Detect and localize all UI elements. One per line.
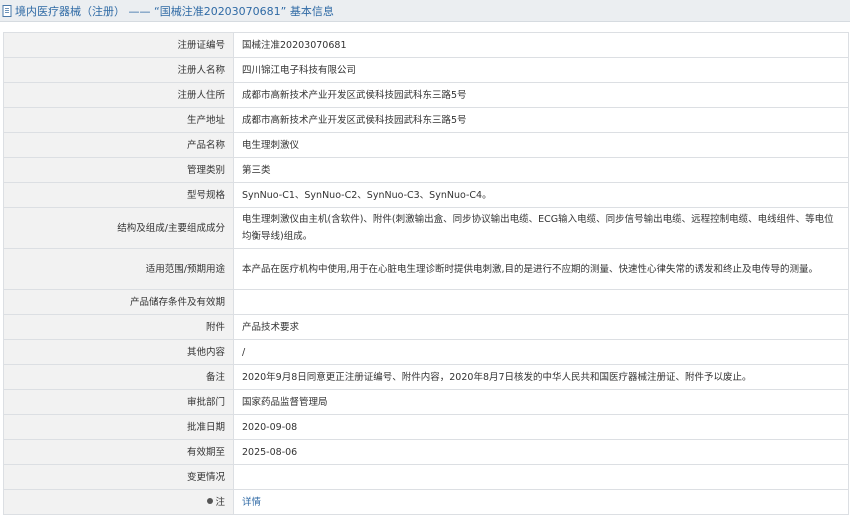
row-label: 变更情况 (3, 464, 234, 490)
row-value: 电生理刺激仪由主机(含软件)、附件(刺激输出盒、同步协议输出电缆、ECG输入电缆… (233, 207, 849, 249)
table-row: 变更情况 (3, 464, 849, 490)
page-header: 境内医疗器械（注册） —— “国械注准20203070681” 基本信息 (0, 0, 850, 22)
row-label: 注册人名称 (3, 57, 234, 83)
row-value: 2020-09-08 (233, 414, 849, 440)
row-value: 成都市高新技术产业开发区武侯科技园武科东三路5号 (233, 107, 849, 133)
row-label: 管理类别 (3, 157, 234, 183)
table-row: 审批部门 国家药品监督管理局 (3, 389, 849, 415)
row-value: 四川锦江电子科技有限公司 (233, 57, 849, 83)
row-value: SynNuo-C1、SynNuo-C2、SynNuo-C3、SynNuo-C4。 (233, 182, 849, 208)
row-label: 批准日期 (3, 414, 234, 440)
row-value: 本产品在医疗机构中使用,用于在心脏电生理诊断时提供电刺激,目的是进行不应期的测量… (233, 248, 849, 290)
row-value: / (233, 339, 849, 365)
row-value (233, 289, 849, 315)
note-value: 详情 (233, 489, 849, 515)
note-label: 注 (3, 489, 234, 515)
row-label: 其他内容 (3, 339, 234, 365)
row-label: 产品储存条件及有效期 (3, 289, 234, 315)
table-row: 产品名称 电生理刺激仪 (3, 132, 849, 158)
row-value: 产品技术要求 (233, 314, 849, 340)
table-row: 批准日期 2020-09-08 (3, 414, 849, 440)
table-row: 结构及组成/主要组成成分 电生理刺激仪由主机(含软件)、附件(刺激输出盒、同步协… (3, 207, 849, 249)
row-label: 结构及组成/主要组成成分 (3, 207, 234, 249)
row-label: 审批部门 (3, 389, 234, 415)
row-label: 产品名称 (3, 132, 234, 158)
table-row: 附件 产品技术要求 (3, 314, 849, 340)
document-icon (2, 4, 12, 17)
row-label: 注册证编号 (3, 32, 234, 58)
row-value: 电生理刺激仪 (233, 132, 849, 158)
row-label: 有效期至 (3, 439, 234, 465)
row-value (233, 464, 849, 490)
row-value: 国械注准20203070681 (233, 32, 849, 58)
note-label-text: 注 (215, 496, 225, 508)
row-label: 生产地址 (3, 107, 234, 133)
table-row: 注册证编号 国械注准20203070681 (3, 32, 849, 58)
note-row: 注 详情 (3, 489, 849, 515)
table-row: 适用范围/预期用途 本产品在医疗机构中使用,用于在心脏电生理诊断时提供电刺激,目… (3, 248, 849, 290)
row-value: 2020年9月8日同意更正注册证编号、附件内容，2020年8月7日核发的中华人民… (233, 364, 849, 390)
table-row: 产品储存条件及有效期 (3, 289, 849, 315)
page-title: 境内医疗器械（注册） —— “国械注准20203070681” 基本信息 (15, 4, 334, 18)
table-row: 其他内容 / (3, 339, 849, 365)
row-value: 国家药品监督管理局 (233, 389, 849, 415)
table-row: 注册人住所 成都市高新技术产业开发区武侯科技园武科东三路5号 (3, 82, 849, 108)
row-value: 2025-08-06 (233, 439, 849, 465)
table-row: 注册人名称 四川锦江电子科技有限公司 (3, 57, 849, 83)
row-label: 备注 (3, 364, 234, 390)
row-value: 第三类 (233, 157, 849, 183)
info-table: 注册证编号 国械注准20203070681 注册人名称 四川锦江电子科技有限公司… (3, 32, 849, 515)
row-label: 适用范围/预期用途 (3, 248, 234, 290)
table-row: 管理类别 第三类 (3, 157, 849, 183)
table-row: 备注 2020年9月8日同意更正注册证编号、附件内容，2020年8月7日核发的中… (3, 364, 849, 390)
row-label: 附件 (3, 314, 234, 340)
row-label: 型号规格 (3, 182, 234, 208)
row-value: 成都市高新技术产业开发区武侯科技园武科东三路5号 (233, 82, 849, 108)
table-row: 生产地址 成都市高新技术产业开发区武侯科技园武科东三路5号 (3, 107, 849, 133)
table-row: 有效期至 2025-08-06 (3, 439, 849, 465)
table-row: 型号规格 SynNuo-C1、SynNuo-C2、SynNuo-C3、SynNu… (3, 182, 849, 208)
row-label: 注册人住所 (3, 82, 234, 108)
bullet-icon (207, 498, 214, 504)
details-link[interactable]: 详情 (242, 497, 261, 508)
